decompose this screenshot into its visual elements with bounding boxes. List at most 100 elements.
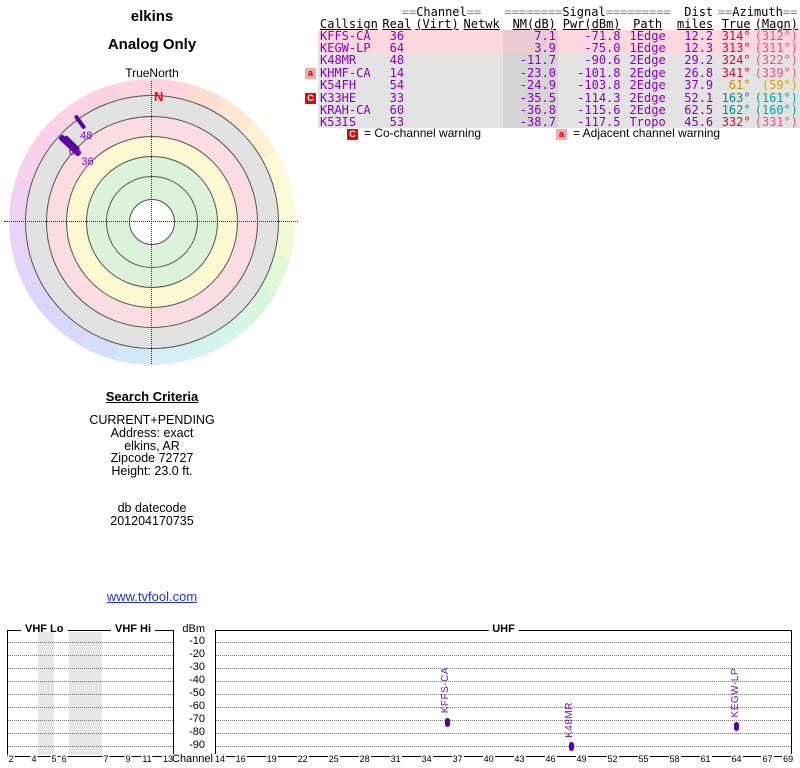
cell-callsign: K54FH <box>318 79 381 91</box>
cell-pwr: -103.8 <box>557 79 623 91</box>
site-link-wrap: www.tvfool.com <box>27 589 277 604</box>
cell-real: 48 <box>380 54 414 66</box>
warning-badge-cell <box>303 54 318 66</box>
report-title: elkins <box>130 8 174 25</box>
dbm-gridline <box>216 694 791 695</box>
signal-table: ==Channel== ========Signal========= Dist… <box>303 6 800 128</box>
vhf-channel-tick-label: 4 <box>30 754 38 764</box>
vhf-channel-tick-label: 11 <box>141 754 153 764</box>
co-channel-legend: C = Co-channel warning <box>347 126 481 140</box>
cell-virt <box>413 79 461 91</box>
dbm-tick-label: -20 <box>189 648 205 660</box>
cell-virt <box>413 104 461 116</box>
radar-ns-axis <box>151 81 152 364</box>
uhf-channel-tick-label: 69 <box>782 754 795 764</box>
dbm-gridline <box>8 746 173 747</box>
cell-netwk <box>460 54 503 66</box>
cell-netwk <box>460 104 503 116</box>
cell-nm: -38.7 <box>502 116 558 128</box>
cell-callsign: K48MR <box>318 54 381 66</box>
uhf-label: UHF <box>488 623 519 635</box>
radar-plot: TrueNorth N 48 64 36 <box>2 66 302 372</box>
dbm-tick-label: -30 <box>189 661 205 673</box>
dbm-gridline <box>8 707 173 708</box>
dbm-gridline <box>8 642 173 643</box>
cell-path: 2Edge <box>622 54 673 66</box>
warning-badge-cell <box>303 42 318 54</box>
col-header-netwk: Netwk <box>463 17 500 31</box>
warning-badge-cell: a <box>303 66 318 79</box>
uhf-channel-tick-label: 67 <box>761 754 774 764</box>
uhf-channel-tick-label: 55 <box>637 754 650 764</box>
cell-true_az: 61° <box>715 79 753 91</box>
vhf-hi-label: VHF Hi <box>111 623 156 635</box>
adjacent-channel-legend-text: = Adjacent channel warning <box>573 126 721 140</box>
dbm-gridline <box>8 694 173 695</box>
search-criteria-line: Height: 23.0 ft. <box>111 464 193 479</box>
uhf-channel-tick-label: 31 <box>389 754 402 764</box>
uhf-panel: UHF 14 16 19 22 25 28 31 34 37 40 43 46 49 52 55 58 61 64… <box>213 623 795 764</box>
dbm-axis: -10 -20 -30 -40 -50 -60 -70 -80 -90 <box>172 622 205 768</box>
channel-axis-title: Channel <box>172 753 213 765</box>
cell-true_az: 324° <box>715 54 753 66</box>
search-criteria-heading: Search Criteria <box>105 389 199 404</box>
dbm-gridline <box>216 681 791 682</box>
cell-magn_az: (322°) <box>752 54 800 66</box>
tvfool-link[interactable]: www.tvfool.com <box>107 589 197 604</box>
uhf-channel-tick-label: 14 <box>213 754 227 764</box>
dbm-gridline <box>216 720 791 721</box>
db-datecode-label: db datecode <box>117 500 187 515</box>
signal-marker-label-K48MR: K48MR <box>564 701 576 738</box>
dbm-gridline <box>8 655 173 656</box>
warning-badge-cell <box>303 116 318 128</box>
cell-nm: -11.7 <box>502 54 558 66</box>
cell-path: 2Edge <box>622 79 673 91</box>
uhf-channel-tick-label: 40 <box>482 754 495 764</box>
report-subtitle: Analog Only <box>107 36 197 53</box>
dbm-tick-label: -60 <box>189 700 205 712</box>
uhf-channel-tick-label: 28 <box>358 754 371 764</box>
uhf-channel-tick-label: 64 <box>730 754 743 764</box>
cell-miles: 29.2 <box>672 54 716 66</box>
cell-magn_az: (59°) <box>752 79 800 91</box>
cell-netwk <box>460 30 503 42</box>
signal-marker-label-KEGW-LP: KEGW-LP <box>729 668 741 718</box>
cell-pwr: -90.6 <box>557 54 623 66</box>
co-channel-legend-text: = Co-channel warning <box>364 126 482 140</box>
cell-virt <box>413 54 461 66</box>
uhf-channel-tick-label: 46 <box>544 754 557 764</box>
signal-marker-K48MR <box>568 742 574 752</box>
vhf-channel-tick-label: 9 <box>124 754 132 764</box>
warning-badge-cell <box>303 30 318 42</box>
signal-marker-KFFS-CA <box>444 717 450 727</box>
signal-marker-label-KFFS-CA: KFFS-CA <box>440 667 452 714</box>
cell-virt <box>413 30 461 42</box>
signal-marker-KEGW-LP <box>734 722 739 731</box>
dbm-gridline <box>216 733 791 734</box>
radar-channel-label-48: 48 <box>80 130 93 143</box>
search-criteria-line: CURRENT+PENDING <box>89 413 215 427</box>
warning-badge-cell <box>303 79 318 91</box>
cell-virt <box>413 42 461 54</box>
table-row: K48MR 48 -11.7 -90.6 2Edge 29.2 324° (322°) <box>303 54 800 66</box>
uhf-channel-tick-label: 34 <box>420 754 433 764</box>
warning-badge-cell: C <box>303 91 318 104</box>
cell-nm: -24.9 <box>502 79 558 91</box>
uhf-channel-tick-label: 25 <box>327 754 340 764</box>
cell-virt <box>413 91 461 104</box>
cell-netwk <box>460 79 503 91</box>
dbm-gridline <box>216 642 791 643</box>
signal-strength-chart: VHF Lo VHF Hi 2 4 5 6 7 9 11 13 dBm -10 -20 -30 -4… <box>0 622 800 768</box>
cell-true_az: 332° <box>715 116 753 128</box>
dbm-gridline <box>8 720 173 721</box>
co-channel-warning-icon: C <box>305 93 316 104</box>
adjacent-channel-legend: a = Adjacent channel warning <box>556 126 720 140</box>
dbm-gridline <box>216 707 791 708</box>
dbm-gridline <box>8 681 173 682</box>
dbm-tick-label: -80 <box>189 726 205 738</box>
search-criteria: Search Criteria CURRENT+PENDING Address:… <box>27 389 277 528</box>
uhf-channel-tick-label: 19 <box>265 754 278 764</box>
vhf-channel-tick-label: 6 <box>60 754 68 764</box>
cell-virt <box>413 66 461 79</box>
dbm-tick-label: -40 <box>189 674 205 686</box>
